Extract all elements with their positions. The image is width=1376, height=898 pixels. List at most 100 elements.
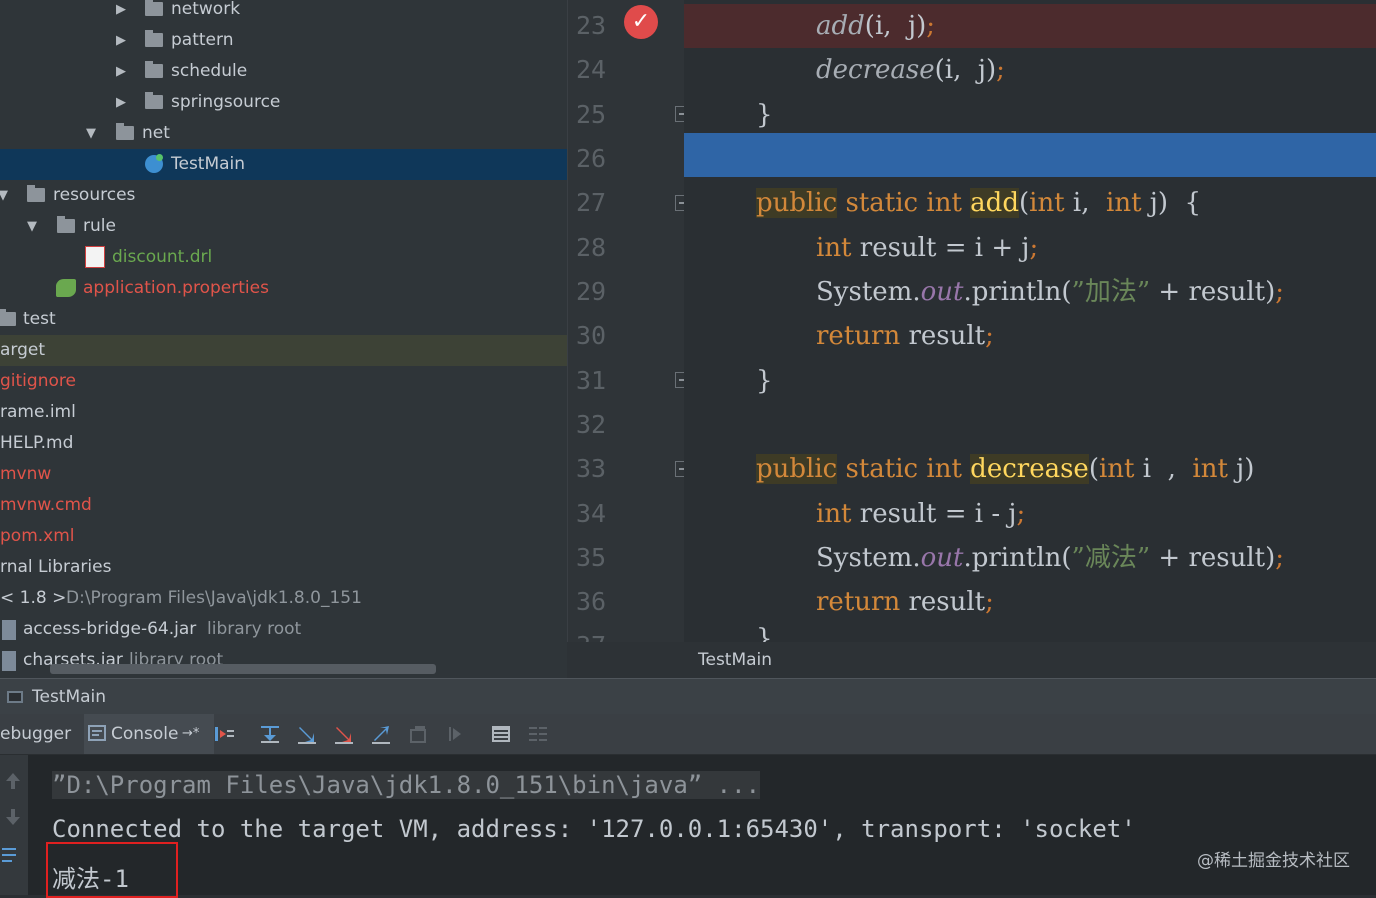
code-text: public [756, 454, 838, 484]
tree-item-target[interactable]: arget [0, 335, 567, 366]
code-text: (i, j) [864, 11, 927, 41]
tree-item-application-properties[interactable]: application.properties [0, 273, 567, 304]
code-text: i, [1064, 188, 1107, 218]
breakpoint-check-icon[interactable]: ✓ [624, 5, 658, 39]
step-over-icon[interactable] [259, 724, 281, 744]
caret-line [684, 133, 1376, 177]
show-execution-point-icon[interactable] [213, 724, 235, 744]
soft-wrap-icon[interactable] [0, 845, 22, 865]
tree-item-label: net [142, 123, 170, 143]
tree-item-rule[interactable]: ▼ rule [0, 211, 567, 242]
line-number: 31 [576, 366, 607, 395]
tree-item-pom-xml[interactable]: pom.xml [0, 521, 567, 552]
tree-item-schedule[interactable]: ▶ schedule [0, 56, 567, 87]
method-name-add: add [970, 188, 1019, 218]
tree-item-label: pom.xml [0, 526, 75, 546]
tree-item-test[interactable]: test [0, 304, 567, 335]
code-text: ; [1275, 543, 1285, 573]
code-text: out [920, 543, 964, 573]
method-call: add [816, 11, 865, 41]
tree-item-iml[interactable]: rame.iml [0, 397, 567, 428]
force-step-into-icon[interactable] [333, 724, 355, 744]
tree-item-network[interactable]: ▶ network [0, 0, 567, 25]
tree-item-springsource[interactable]: ▶ springsource [0, 87, 567, 118]
drl-file-icon [85, 246, 105, 268]
tree-item-discount-drl[interactable]: discount.drl [0, 242, 567, 273]
tree-item-external-libraries[interactable]: rnal Libraries [0, 552, 567, 583]
drop-frame-icon[interactable] [408, 724, 430, 744]
console-output[interactable]: ”D:\Program Files\Java\jdk1.8.0_151\bin\… [28, 755, 1376, 898]
line-number: 30 [576, 321, 607, 350]
tree-item-jdk[interactable]: < 1.8 > D:\Program Files\Java\jdk1.8.0_1… [0, 583, 567, 614]
run-to-cursor-icon[interactable] [445, 724, 467, 744]
scroll-up-icon[interactable] [2, 771, 24, 791]
tree-item-resources[interactable]: ▼ resources [0, 180, 567, 211]
tab-debugger[interactable]: ebugger [0, 714, 71, 754]
tree-item-help-md[interactable]: HELP.md [0, 428, 567, 459]
code-text: int [926, 188, 962, 218]
tab-console[interactable]: Console →* [84, 714, 214, 754]
console-line-connected: Connected to the target VM, address: '12… [52, 815, 1136, 843]
collapse-arrow-icon[interactable]: ▼ [27, 211, 37, 242]
code-editor[interactable]: add(i, j); decrease(i, j); } public stat… [684, 0, 1376, 642]
tree-item-label: < 1.8 > [0, 588, 67, 608]
folder-icon [116, 123, 134, 140]
evaluate-expression-icon[interactable] [490, 724, 512, 744]
step-out-icon[interactable] [370, 724, 392, 744]
expand-arrow-icon[interactable]: ▶ [116, 25, 126, 56]
tree-item-label: rnal Libraries [0, 557, 112, 577]
code-line: public static int add(int i, int j) { [684, 181, 1376, 225]
expand-arrow-icon[interactable]: ▶ [116, 87, 126, 118]
debug-window-title[interactable]: TestMain [0, 678, 1376, 715]
tree-item-label: TestMain [171, 154, 246, 174]
code-text: } [756, 366, 773, 396]
horizontal-scrollbar[interactable] [50, 664, 436, 674]
trace-current-stream-icon[interactable] [527, 724, 549, 744]
jar-icon [2, 651, 16, 671]
code-text: int [1098, 454, 1135, 484]
tree-item-gitignore[interactable]: gitignore [0, 366, 567, 397]
code-text: + result) [1150, 277, 1276, 307]
tree-item-testmain[interactable]: TestMain [0, 149, 567, 180]
project-tree: ▶ network ▶ pattern ▶ schedule ▶ springs… [0, 0, 567, 678]
watermark: @稀土掘金技术社区 [1197, 851, 1350, 871]
tree-item-mvnw[interactable]: mvnw [0, 459, 567, 490]
code-text: static [837, 454, 927, 484]
editor-breadcrumb[interactable]: TestMain [567, 642, 1376, 678]
collapse-arrow-icon[interactable]: ▼ [0, 180, 8, 211]
collapse-arrow-icon[interactable]: ▼ [86, 118, 96, 149]
code-text: ; [996, 55, 1005, 85]
code-text: ; [1016, 499, 1026, 529]
tree-item-label: access-bridge-64.jar [23, 619, 197, 639]
code-text: ; [1275, 277, 1285, 307]
method-call: decrease [816, 55, 935, 85]
tree-item-label: mvnw [0, 464, 52, 484]
code-text: } [756, 624, 773, 642]
line-number: 33 [576, 454, 607, 483]
step-into-icon[interactable] [296, 724, 318, 744]
code-text: ( [1018, 188, 1030, 218]
scroll-down-icon[interactable] [2, 807, 24, 827]
tree-item-pattern[interactable]: ▶ pattern [0, 25, 567, 56]
code-text: int [1192, 454, 1228, 484]
tree-item-label: springsource [171, 92, 281, 112]
code-text: ( [1088, 454, 1099, 484]
tree-item-mvnw-cmd[interactable]: mvnw.cmd [0, 490, 567, 521]
spring-properties-icon [56, 279, 76, 297]
code-text: out [920, 277, 964, 307]
code-text: int [926, 454, 962, 484]
tree-item-access-bridge-jar[interactable]: access-bridge-64.jar library root [0, 614, 567, 645]
folder-icon [57, 216, 75, 233]
tree-item-label: HELP.md [0, 433, 74, 453]
expand-arrow-icon[interactable]: ▶ [116, 56, 126, 87]
line-number: 29 [576, 277, 607, 306]
tree-item-net[interactable]: ▼ net [0, 118, 567, 149]
resources-folder-icon [27, 185, 45, 202]
console-icon [88, 725, 106, 741]
editor-gutter[interactable]: 23 24 25 26 27 28 29 30 31 32 33 34 35 3… [567, 0, 685, 642]
expand-arrow-icon[interactable]: ▶ [116, 0, 126, 25]
tree-item-label: mvnw.cmd [0, 495, 92, 515]
folder-icon [145, 30, 163, 47]
